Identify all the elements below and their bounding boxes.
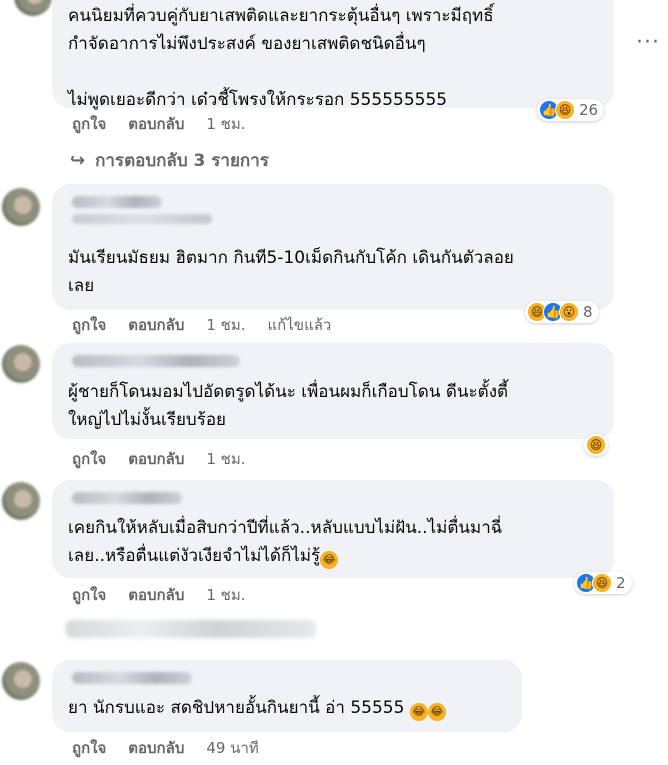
reply-arrow-icon: ↪ (70, 150, 86, 171)
reply-button[interactable]: ตอบกลับ (128, 447, 184, 471)
wow-reaction-icon: 😮 (559, 302, 579, 322)
comment-actions: ถูกใจ ตอบกลับ 1 ชม. (72, 449, 268, 469)
timestamp[interactable]: 1 ชม. (206, 583, 245, 607)
reaction-summary[interactable]: 👍 😆 2 (574, 572, 632, 594)
reply-button[interactable]: ตอบกลับ (128, 313, 184, 337)
like-button[interactable]: ถูกใจ (72, 112, 106, 136)
timestamp[interactable]: 49 นาที (206, 736, 258, 760)
haha-reaction-icon: 😆 (586, 435, 606, 455)
comment-actions: ถูกใจ ตอบกลับ 1 ชม. (72, 114, 268, 134)
view-replies-link[interactable]: ↪ การตอบกลับ 3 รายการ (70, 147, 269, 174)
reaction-count: 2 (616, 574, 626, 592)
timestamp[interactable]: 1 ชม. (206, 313, 245, 337)
view-replies-label: การตอบกลับ 3 รายการ (95, 151, 269, 171)
author-meta-redacted (72, 214, 212, 224)
comment-actions: ถูกใจ ตอบกลับ 1 ชม. (72, 585, 268, 605)
reaction-summary[interactable]: 😆 👍 😮 8 (525, 301, 599, 323)
reply-button[interactable]: ตอบกลับ (128, 112, 184, 136)
timestamp[interactable]: 1 ชม. (206, 112, 245, 136)
author-name-redacted[interactable] (72, 672, 192, 684)
like-button[interactable]: ถูกใจ (72, 736, 106, 760)
like-button[interactable]: ถูกใจ (72, 313, 106, 337)
comment-bubble: เคยกินให้หลับเมื่อสิบกว่าปีที่แล้ว..หลับ… (52, 480, 614, 578)
comment-text: ผู้ชายก็โดนมอมไปอัดตรูดได้นะ เพื่อนผมก็เ… (68, 382, 509, 430)
reaction-summary[interactable]: 😆 (584, 434, 608, 456)
comment-text: มันเรียนมัธยม ฮิตมาก กินที5-10เม็ดกินกับ… (68, 248, 514, 296)
timestamp[interactable]: 1 ชม. (206, 447, 245, 471)
comment-bubble: ผู้ชายก็โดนมอมไปอัดตรูดได้นะ เพื่อนผมก็เ… (52, 343, 614, 439)
edited-label[interactable]: แก้ไขแล้ว (268, 313, 332, 337)
author-name-redacted[interactable] (72, 492, 182, 504)
avatar[interactable] (14, 0, 52, 16)
comment-text: เคยกินให้หลับเมื่อสิบกว่าปีที่แล้ว..หลับ… (68, 514, 600, 570)
author-name-redacted[interactable] (72, 355, 240, 367)
comment-text-content: ยา นักรบแอะ สดชิปหายอั้นกินยานี้ อ่า 555… (68, 698, 405, 718)
comment-bubble: คนนิยมที่ควบคู่กับยาเสพติดและยากระตุ้นอื… (52, 0, 614, 110)
laughing-tears-emoji-icon: 😂 (320, 551, 339, 569)
haha-reaction-icon: 😆 (555, 100, 575, 120)
haha-reaction-icon: 😆 (592, 573, 612, 593)
reaction-summary[interactable]: 👍 😆 26 (537, 99, 605, 121)
avatar[interactable] (2, 345, 40, 383)
reaction-count: 8 (583, 303, 593, 321)
avatar[interactable] (2, 188, 40, 226)
like-button[interactable]: ถูกใจ (72, 583, 106, 607)
laughing-tears-emoji-icon: 😂 (409, 703, 428, 721)
more-horizontal-icon[interactable]: ··· (636, 30, 660, 55)
laughing-tears-emoji-icon: 😂 (427, 703, 446, 721)
comment-actions: ถูกใจ ตอบกลับ 49 นาที (72, 738, 281, 758)
comment-text-content: เคยกินให้หลับเมื่อสิบกว่าปีที่แล้ว..หลับ… (68, 518, 503, 566)
redacted-line (66, 620, 316, 638)
reply-button[interactable]: ตอบกลับ (128, 736, 184, 760)
author-name-redacted[interactable] (72, 196, 162, 208)
reaction-count: 26 (579, 101, 599, 119)
avatar[interactable] (2, 482, 40, 520)
like-button[interactable]: ถูกใจ (72, 447, 106, 471)
avatar[interactable] (2, 662, 40, 700)
comment-actions: ถูกใจ ตอบกลับ 1 ชม. แก้ไขแล้ว (72, 315, 353, 335)
comment-text: ยา นักรบแอะ สดชิปหายอั้นกินยานี้ อ่า 555… (68, 694, 508, 722)
comment-text: คนนิยมที่ควบคู่กับยาเสพติดและยากระตุ้นอื… (68, 6, 494, 110)
comment-bubble: มันเรียนมัธยม ฮิตมาก กินที5-10เม็ดกินกับ… (52, 184, 614, 310)
reply-button[interactable]: ตอบกลับ (128, 583, 184, 607)
comment-bubble: ยา นักรบแอะ สดชิปหายอั้นกินยานี้ อ่า 555… (52, 660, 522, 732)
